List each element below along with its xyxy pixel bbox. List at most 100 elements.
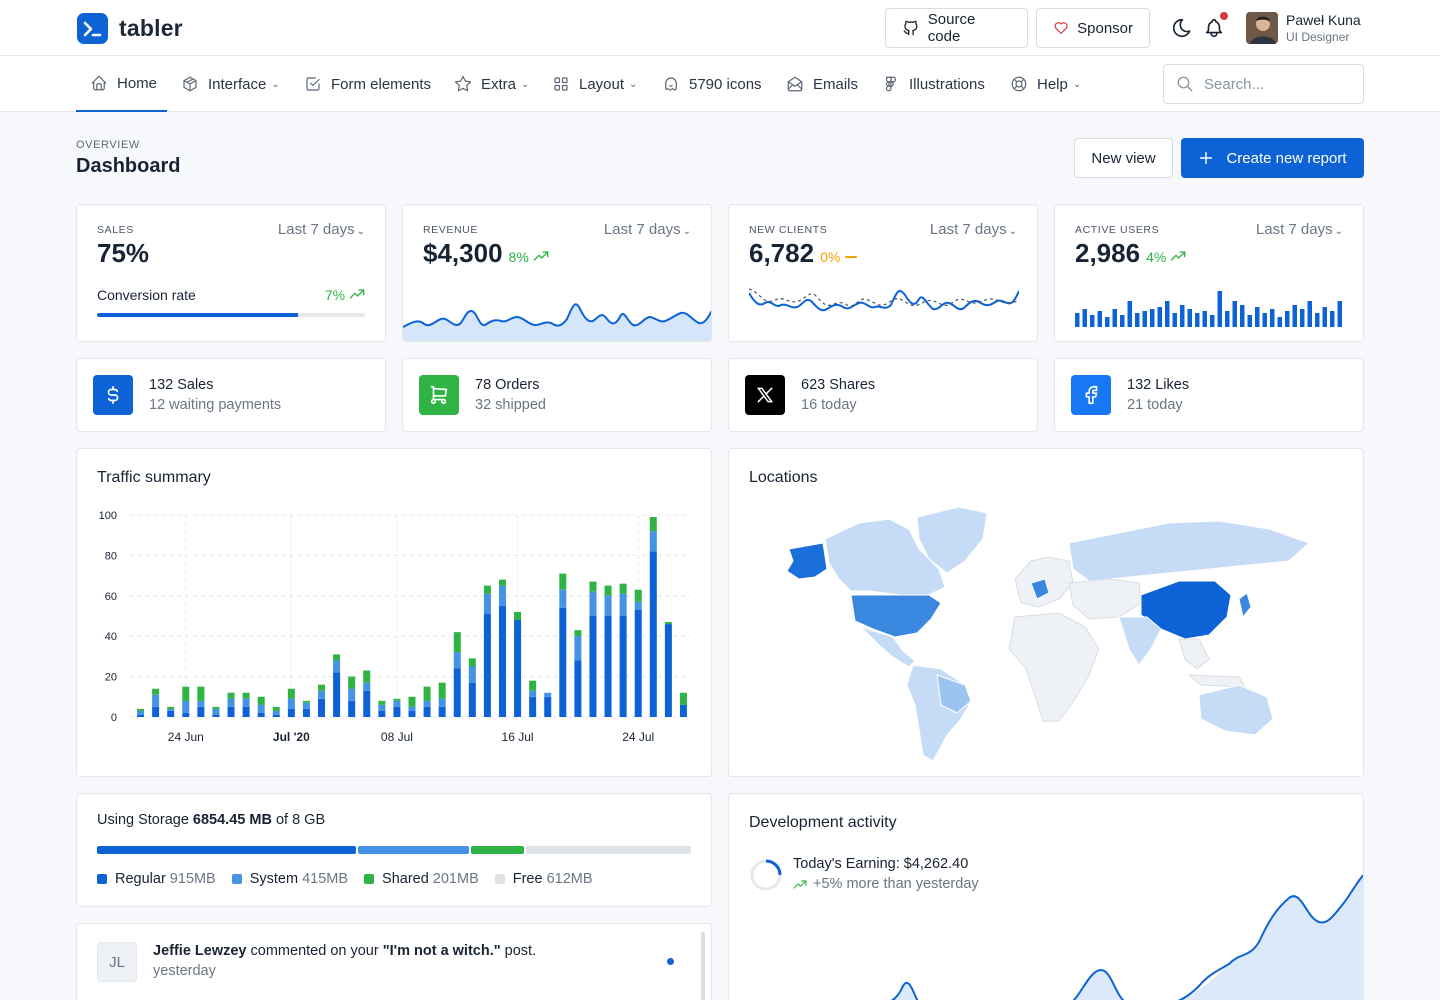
traffic-bar-segment[interactable] [544,692,552,697]
traffic-bar-segment[interactable] [423,686,431,701]
traffic-bar-segment[interactable] [167,708,175,711]
traffic-bar-segment[interactable] [589,581,597,592]
traffic-bar-segment[interactable] [152,688,160,695]
nav-item-help[interactable]: Help ⌄ [1010,56,1081,112]
traffic-bar-segment[interactable] [348,700,356,717]
comment-post[interactable]: "I'm not a witch." [383,943,501,959]
traffic-bar-segment[interactable] [649,531,657,552]
traffic-bar-segment[interactable] [649,517,657,532]
traffic-bar-segment[interactable] [498,585,506,606]
traffic-bar-segment[interactable] [634,609,642,717]
traffic-bar-segment[interactable] [257,712,265,717]
nav-item-emails[interactable]: Emails [786,56,858,112]
traffic-bar-segment[interactable] [137,714,145,717]
traffic-bar-segment[interactable] [393,706,401,717]
traffic-bar-segment[interactable] [212,714,220,717]
nav-item-interface[interactable]: Interface ⌄ [181,56,280,112]
traffic-bar-segment[interactable] [152,694,160,707]
avatar[interactable]: JL [97,942,137,982]
period-dropdown[interactable]: Last 7 days ⌄ [604,221,691,238]
traffic-bar-segment[interactable] [257,696,265,705]
traffic-bar-segment[interactable] [679,704,687,717]
traffic-bar-segment[interactable] [634,601,642,610]
traffic-bar-segment[interactable] [393,700,401,707]
traffic-bar-segment[interactable] [679,692,687,705]
traffic-bar-segment[interactable] [574,636,582,661]
traffic-bar-segment[interactable] [197,706,205,717]
traffic-bar-segment[interactable] [438,698,446,707]
traffic-bar-segment[interactable] [453,632,461,653]
traffic-bar-segment[interactable] [574,630,582,637]
traffic-bar-segment[interactable] [559,573,567,590]
traffic-bar-segment[interactable] [589,616,597,717]
bell-icon[interactable] [1203,17,1225,39]
traffic-bar-segment[interactable] [212,708,220,715]
traffic-bar-segment[interactable] [333,660,341,673]
traffic-bar-segment[interactable] [423,706,431,717]
traffic-bar-segment[interactable] [242,692,250,699]
traffic-bar-segment[interactable] [559,607,567,717]
traffic-bar-segment[interactable] [318,684,326,691]
scrollbar[interactable] [701,932,705,1000]
traffic-bar-segment[interactable] [514,620,522,717]
traffic-bar-segment[interactable] [483,585,491,594]
avatar[interactable] [1246,12,1278,44]
traffic-bar-segment[interactable] [212,706,220,709]
traffic-bar-segment[interactable] [167,706,175,709]
traffic-bar-segment[interactable] [152,706,160,717]
period-dropdown[interactable]: Last 7 days ⌄ [1256,221,1343,238]
traffic-bar-segment[interactable] [378,700,386,705]
traffic-bar-segment[interactable] [423,700,431,707]
nav-item-extra[interactable]: Extra ⌄ [454,56,529,112]
traffic-bar-segment[interactable] [363,670,371,683]
search-input[interactable] [1204,75,1354,93]
moon-icon[interactable] [1171,17,1193,39]
traffic-bar-segment[interactable] [227,692,235,699]
traffic-bar-segment[interactable] [242,706,250,717]
traffic-bar-segment[interactable] [604,595,612,616]
traffic-bar-segment[interactable] [182,686,190,701]
traffic-bar-segment[interactable] [498,579,506,586]
traffic-bar-segment[interactable] [468,682,476,717]
traffic-bar-segment[interactable] [619,616,627,717]
traffic-bar-segment[interactable] [197,700,205,707]
traffic-bar-segment[interactable] [242,698,250,707]
traffic-bar-segment[interactable] [408,710,416,717]
source-code-button[interactable]: Source code [885,8,1028,48]
traffic-bar-segment[interactable] [348,676,356,689]
nav-item-icons[interactable]: 5790 icons [662,56,762,112]
traffic-bar-segment[interactable] [408,706,416,711]
traffic-bar-segment[interactable] [333,672,341,717]
traffic-bar-segment[interactable] [574,660,582,717]
traffic-bar-segment[interactable] [604,616,612,717]
traffic-bar-segment[interactable] [664,624,672,717]
traffic-bar-segment[interactable] [318,698,326,717]
period-dropdown[interactable]: Last 7 days ⌄ [930,221,1017,238]
nav-item-form-elements[interactable]: Form elements [304,56,431,112]
traffic-bar-segment[interactable] [619,583,627,594]
traffic-bar-segment[interactable] [287,688,295,699]
traffic-bar-segment[interactable] [363,690,371,717]
comment-author[interactable]: Jeffie Lewzey [153,943,247,959]
traffic-bar-segment[interactable] [363,682,371,691]
sponsor-button[interactable]: Sponsor [1036,8,1150,48]
traffic-bar-segment[interactable] [272,714,280,717]
traffic-bar-segment[interactable] [438,682,446,699]
traffic-bar-segment[interactable] [333,654,341,661]
traffic-bar-segment[interactable] [649,551,657,717]
traffic-bar-segment[interactable] [167,710,175,717]
traffic-bar-segment[interactable] [318,690,326,699]
create-report-button[interactable]: Create new report [1181,138,1364,178]
traffic-bar-segment[interactable] [483,593,491,614]
traffic-bar-segment[interactable] [348,688,356,701]
traffic-bar-segment[interactable] [182,712,190,717]
traffic-bar-segment[interactable] [604,585,612,596]
traffic-bar-segment[interactable] [137,708,145,711]
traffic-bar-segment[interactable] [197,686,205,701]
traffic-bar-segment[interactable] [453,668,461,717]
traffic-bar-segment[interactable] [544,696,552,717]
traffic-bar-segment[interactable] [257,704,265,713]
traffic-bar-segment[interactable] [227,706,235,717]
traffic-bar-segment[interactable] [619,593,627,616]
period-dropdown[interactable]: Last 7 days ⌄ [278,221,365,238]
